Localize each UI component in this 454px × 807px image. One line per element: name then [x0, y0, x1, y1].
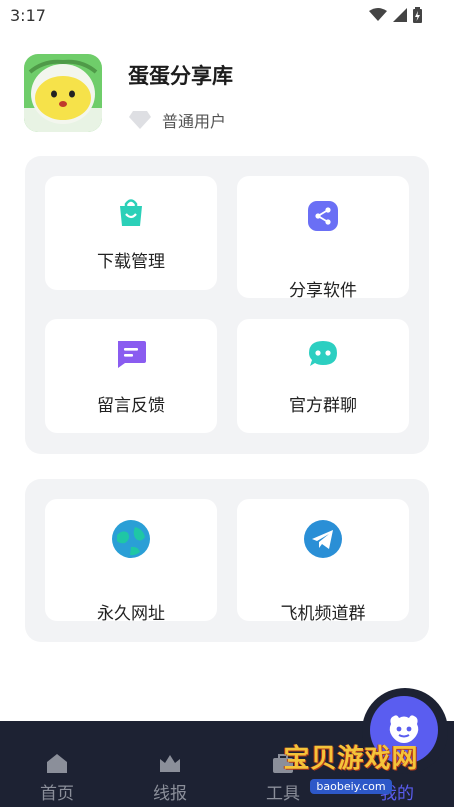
feedback-label: 留言反馈: [97, 396, 165, 416]
chat-bubble-icon: [309, 341, 337, 366]
globe-icon: [112, 520, 150, 558]
telegram-channel-label: 飞机频道群: [280, 604, 366, 624]
nav-deals-label: 线报: [153, 784, 187, 804]
signal-icon: [393, 8, 407, 22]
share-software-card[interactable]: 分享软件: [237, 176, 409, 301]
user-level-label: 普通用户: [162, 112, 227, 131]
nav-home[interactable]: 首页: [12, 721, 102, 807]
crown-icon: [160, 755, 180, 772]
official-group-card[interactable]: 官方群聊: [237, 319, 409, 433]
status-bar: 3:17: [0, 0, 454, 32]
watermark-title: 宝贝游戏网: [283, 744, 419, 774]
permanent-url-label: 永久网址: [97, 604, 165, 624]
official-group-label: 官方群聊: [289, 396, 357, 416]
nav-deals[interactable]: 线报: [125, 721, 215, 807]
share-icon: [308, 201, 338, 231]
download-manager-card[interactable]: 下载管理: [45, 176, 217, 290]
telegram-icon: [304, 520, 342, 558]
shopping-bag-icon: [120, 199, 142, 226]
battery-icon: [413, 7, 422, 23]
permanent-url-card[interactable]: 永久网址: [45, 499, 217, 624]
status-icons: [369, 7, 422, 23]
telegram-channel-card[interactable]: 飞机频道群: [237, 499, 409, 624]
download-manager-label: 下载管理: [97, 252, 165, 272]
watermark-url: baobeiy.com: [310, 779, 392, 794]
home-icon: [47, 754, 67, 773]
links-panel: 永久网址 飞机频道群: [25, 479, 429, 642]
username: 蛋蛋分享库: [128, 64, 233, 88]
share-software-label: 分享软件: [289, 281, 357, 301]
avatar[interactable]: [24, 54, 102, 132]
watermark-logo: 宝贝游戏网 baobeiy.com: [276, 738, 426, 794]
nav-home-label: 首页: [40, 784, 74, 804]
profile-header: 蛋蛋分享库 普通用户: [24, 54, 434, 134]
wifi-icon: [369, 8, 387, 21]
feature-panel: 下载管理 分享软件 留言反馈 官方群聊: [25, 156, 429, 454]
message-icon: [118, 341, 146, 368]
status-time: 3:17: [10, 6, 46, 25]
feedback-card[interactable]: 留言反馈: [45, 319, 217, 433]
diamond-icon: [129, 111, 151, 129]
user-level: 普通用户: [128, 108, 226, 132]
